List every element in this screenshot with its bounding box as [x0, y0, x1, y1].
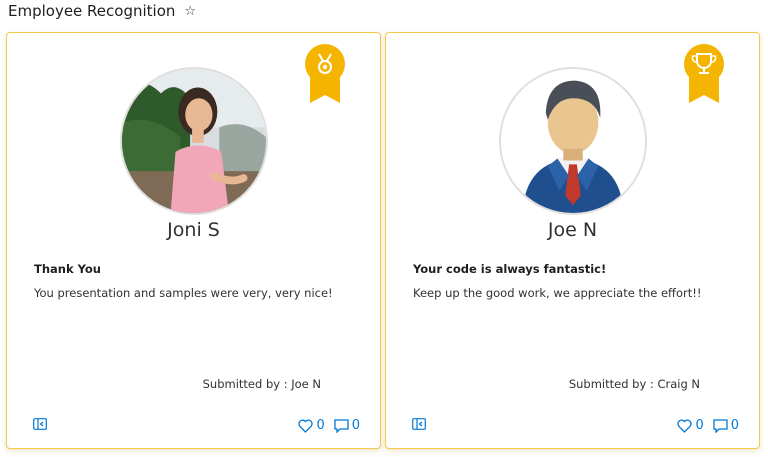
message-title: Your code is always fantastic! — [413, 262, 607, 276]
avatar — [499, 67, 647, 215]
employee-name: Joni S — [167, 219, 220, 241]
comment-count: 0 — [730, 418, 739, 433]
heart-icon — [298, 419, 314, 433]
employee-name: Joe N — [547, 219, 598, 241]
star-outline-icon[interactable]: ☆ — [184, 4, 196, 19]
message-body: Keep up the good work, we appreciate the… — [413, 286, 702, 300]
card-actions: 0 0 — [668, 418, 739, 433]
comment-count: 0 — [351, 418, 360, 433]
trophy-icon — [684, 44, 724, 103]
like-count: 0 — [695, 418, 704, 433]
recognition-card: Joe N Your code is always fantastic! Kee… — [385, 32, 760, 449]
heart-icon — [677, 419, 693, 433]
medal-icon — [305, 44, 345, 103]
comment-button[interactable]: 0 — [334, 418, 360, 433]
expand-card-icon[interactable] — [33, 418, 47, 430]
submitted-by: Submitted by : Craig N — [568, 377, 700, 391]
recognition-card: Joni S Thank You You presentation and sa… — [6, 32, 381, 449]
card-actions: 0 0 — [289, 418, 360, 433]
submitted-by: Submitted by : Joe N — [202, 377, 321, 391]
avatar — [120, 67, 268, 215]
expand-card-icon[interactable] — [412, 418, 426, 430]
message-body: You presentation and samples were very, … — [34, 286, 333, 300]
page-header: Employee Recognition ☆ — [8, 0, 196, 22]
like-button[interactable]: 0 — [298, 418, 325, 433]
message-title: Thank You — [34, 262, 101, 276]
like-count: 0 — [316, 418, 325, 433]
comment-button[interactable]: 0 — [713, 418, 739, 433]
like-button[interactable]: 0 — [677, 418, 704, 433]
comment-icon — [334, 418, 349, 433]
page-title: Employee Recognition — [8, 2, 176, 20]
comment-icon — [713, 418, 728, 433]
